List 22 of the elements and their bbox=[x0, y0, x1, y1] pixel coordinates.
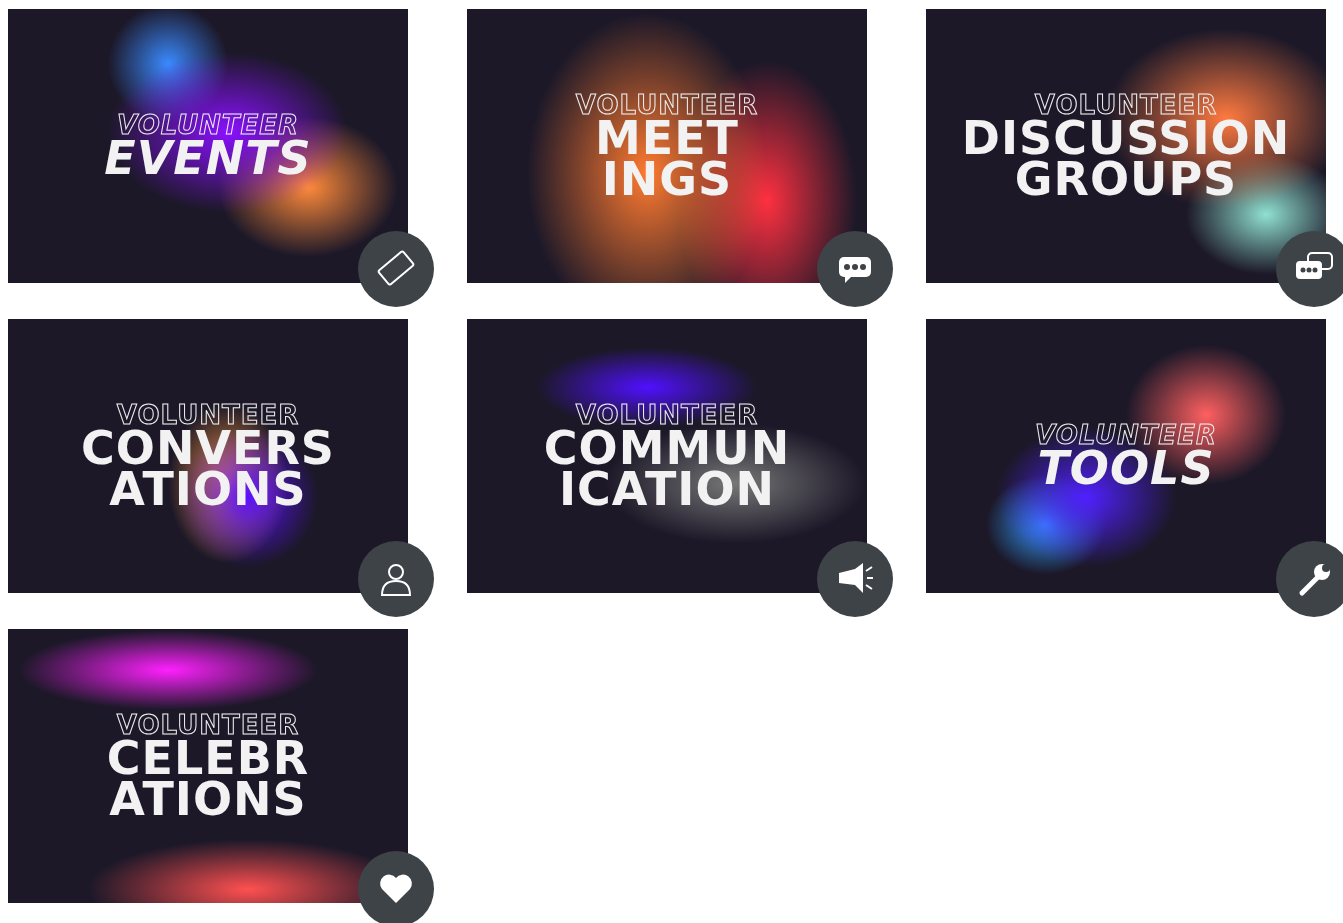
poster-title-line: ATIONS bbox=[109, 469, 307, 511]
speech-bubbles-button[interactable] bbox=[1276, 231, 1343, 307]
poster-card[interactable]: VOLUNTEER CONVERS ATIONS bbox=[8, 319, 408, 593]
poster-kicker: VOLUNTEER bbox=[116, 112, 300, 139]
poster-card[interactable]: VOLUNTEER MEET INGS bbox=[467, 9, 867, 283]
poster-kicker: VOLUNTEER bbox=[575, 91, 759, 118]
poster-kicker: VOLUNTEER bbox=[116, 711, 300, 738]
poster-title-line: EVENTS bbox=[104, 138, 312, 180]
poster-kicker: VOLUNTEER bbox=[575, 401, 759, 428]
poster-title-line: CELEBR bbox=[106, 737, 310, 779]
poster-title-line: TOOLS bbox=[1037, 448, 1215, 490]
poster-card[interactable]: VOLUNTEER COMMUN ICATION bbox=[467, 319, 867, 593]
poster-card[interactable]: VOLUNTEER CELEBR ATIONS bbox=[8, 629, 408, 903]
poster-title-line: INGS bbox=[601, 159, 733, 201]
poster-title-line: ATIONS bbox=[109, 779, 307, 821]
poster-title-line: ICATION bbox=[559, 469, 775, 511]
poster-title-line: MEET bbox=[595, 117, 739, 159]
poster-title-line: GROUPS bbox=[1014, 159, 1238, 201]
poster-title-line: CONVERS bbox=[81, 427, 335, 469]
poster-title-line: COMMUN bbox=[543, 427, 791, 469]
poster-card[interactable]: VOLUNTEER EVENTS bbox=[8, 9, 408, 283]
poster-kicker: VOLUNTEER bbox=[116, 401, 300, 428]
